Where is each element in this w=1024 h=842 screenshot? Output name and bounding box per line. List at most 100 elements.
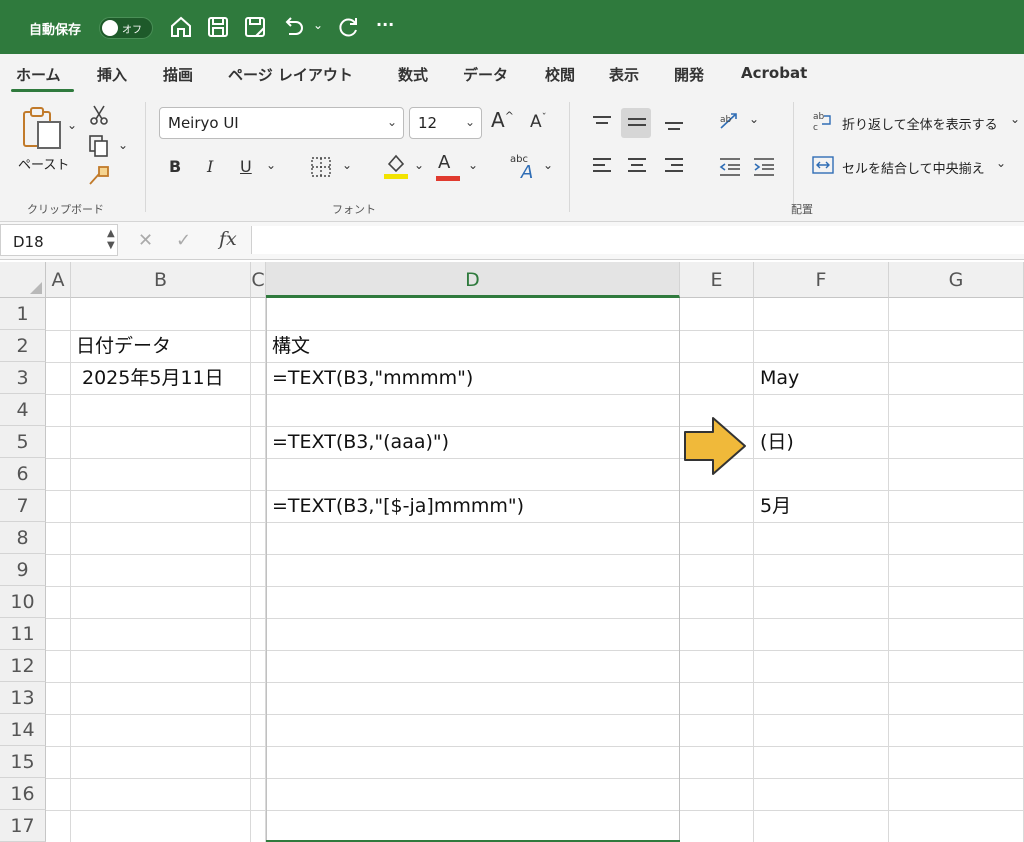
row-header[interactable]: 10 [0,586,46,618]
cell-f5[interactable]: (日) [760,426,794,458]
borders-dropdown-icon[interactable]: ⌄ [342,158,352,172]
fill-color-icon[interactable] [384,152,408,184]
row-header[interactable]: 16 [0,778,46,810]
font-color-button[interactable]: A [438,152,450,173]
orientation-dropdown-icon[interactable]: ⌄ [749,112,759,126]
font-color-glyph: A [438,152,451,173]
cell-d2[interactable]: 構文 [272,330,310,362]
row-header[interactable]: 1 [0,298,46,330]
phonetic-dropdown-icon[interactable]: ⌄ [543,158,553,172]
tab-draw[interactable]: 描画 [163,64,193,85]
gridline [250,298,251,842]
decrease-indent-icon[interactable] [718,156,742,182]
redo-icon[interactable] [335,14,361,40]
align-bottom-button[interactable] [658,108,688,138]
row-header[interactable]: 4 [0,394,46,426]
column-header-d[interactable]: D [266,262,680,298]
cell-b3[interactable]: 2025年5月11日 [82,362,224,394]
more-icon[interactable]: ··· [376,15,394,34]
font-size-select[interactable]: 12 ⌄ [409,107,482,139]
tab-developer[interactable]: 開発 [674,64,704,85]
shrink-font-button[interactable]: Aˇ [530,112,547,132]
save-as-icon[interactable] [242,14,268,40]
right-arrow-shape[interactable] [683,416,747,476]
column-header-c[interactable]: C [251,262,266,298]
column-header-a[interactable]: A [46,262,71,298]
row-header[interactable]: 7 [0,490,46,522]
cell-d3[interactable]: =TEXT(B3,"mmmm") [272,362,473,394]
cell-d7[interactable]: =TEXT(B3,"[$-ja]mmmm") [272,490,524,522]
tab-view[interactable]: 表示 [609,64,639,85]
underline-dropdown-icon[interactable]: ⌄ [266,158,276,172]
align-center-button[interactable] [621,150,651,180]
column-header-e[interactable]: E [680,262,754,298]
row-header[interactable]: 13 [0,682,46,714]
cell-b2[interactable]: 日付データ [76,330,171,362]
row-header[interactable]: 3 [0,362,46,394]
grow-font-button[interactable]: A^ [491,108,514,132]
copy-dropdown-icon[interactable]: ⌄ [118,138,128,152]
copy-icon[interactable] [87,134,111,162]
italic-button[interactable]: I [207,157,213,176]
tab-page-layout[interactable]: ページ レイアウト [228,64,353,85]
merge-center-button[interactable]: セルを結合して中央揃え [842,158,985,177]
home-icon[interactable] [168,14,194,40]
format-painter-icon[interactable] [87,164,111,190]
borders-icon[interactable] [310,156,332,182]
row-header[interactable]: 11 [0,618,46,650]
paste-icon[interactable] [20,106,66,156]
row-header[interactable]: 12 [0,650,46,682]
name-box[interactable]: D18 ▲ ▼ [0,224,118,256]
align-top-button[interactable] [586,108,616,138]
row-header[interactable]: 14 [0,714,46,746]
fill-color-dropdown-icon[interactable]: ⌄ [414,158,424,172]
tab-review[interactable]: 校閲 [545,64,575,85]
cancel-icon[interactable]: ✕ [138,230,153,251]
wrap-text-icon[interactable]: ab c [812,110,834,136]
tab-data[interactable]: データ [463,64,508,85]
gridline [70,298,71,842]
align-middle-button[interactable] [621,108,651,138]
tab-formulas[interactable]: 数式 [398,64,428,85]
phonetic-icon: A [521,162,534,183]
font-name-select[interactable]: Meiryo UI ⌄ [159,107,404,139]
align-right-button[interactable] [658,150,688,180]
row-header[interactable]: 8 [0,522,46,554]
undo-icon[interactable] [280,14,306,40]
row-header[interactable]: 15 [0,746,46,778]
select-all-corner[interactable] [0,262,46,298]
paste-dropdown-icon[interactable]: ⌄ [67,118,77,132]
merge-dropdown-icon[interactable]: ⌄ [996,156,1006,170]
row-header[interactable]: 17 [0,810,46,842]
column-header-f[interactable]: F [754,262,889,298]
wrap-text-button[interactable]: 折り返して全体を表示する [842,114,998,133]
column-header-b[interactable]: B [71,262,251,298]
autosave-toggle[interactable]: オフ [99,17,153,39]
formula-input[interactable] [251,226,1024,254]
name-box-stepper-icon[interactable]: ▲ ▼ [107,228,115,252]
cut-icon[interactable] [89,104,109,130]
merge-center-icon[interactable] [812,154,834,180]
cell-f7[interactable]: 5月 [760,490,791,522]
row-header[interactable]: 6 [0,458,46,490]
row-header[interactable]: 5 [0,426,46,458]
column-header-g[interactable]: G [889,262,1024,298]
enter-icon[interactable]: ✓ [176,230,191,251]
increase-indent-icon[interactable] [752,156,776,182]
row-header[interactable]: 2 [0,330,46,362]
save-icon[interactable] [205,14,231,40]
bold-button[interactable]: B [169,157,181,176]
orientation-icon[interactable]: ab [718,110,742,136]
row-header[interactable]: 9 [0,554,46,586]
font-color-dropdown-icon[interactable]: ⌄ [468,158,478,172]
cell-d5[interactable]: =TEXT(B3,"(aaa)") [272,426,449,458]
underline-button[interactable]: U [240,157,252,176]
tab-home[interactable]: ホーム [16,64,61,85]
cell-f3[interactable]: May [760,362,799,394]
insert-function-icon[interactable]: fx [219,228,237,250]
gridline [753,298,754,842]
undo-dropdown-icon[interactable]: ⌄ [313,18,323,32]
tab-insert[interactable]: 挿入 [97,64,127,85]
align-left-button[interactable] [586,150,616,180]
tab-acrobat[interactable]: Acrobat [741,64,807,82]
